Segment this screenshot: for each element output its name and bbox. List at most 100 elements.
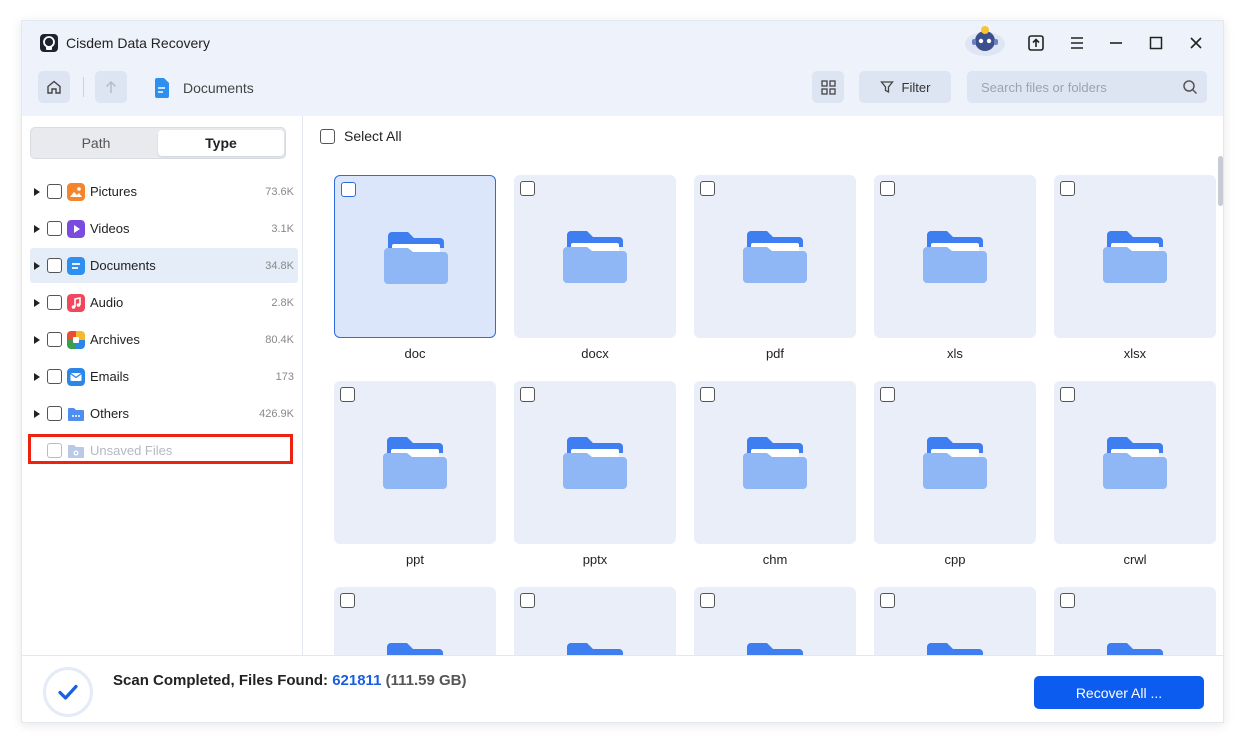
file-type-thumbnail[interactable] xyxy=(874,175,1036,338)
checkbox[interactable] xyxy=(340,593,355,608)
status-bar: Scan Completed, Files Found: 621811 (111… xyxy=(22,655,1223,722)
file-type-thumbnail[interactable] xyxy=(694,587,856,655)
grid-view-button[interactable] xyxy=(812,71,844,103)
videos-icon xyxy=(67,219,85,238)
expand-caret-icon[interactable] xyxy=(33,335,41,345)
close-icon[interactable] xyxy=(1185,32,1207,54)
menu-icon[interactable] xyxy=(1066,32,1088,54)
sidebar-item-emails[interactable]: Emails 173 xyxy=(30,359,298,394)
file-type-thumbnail[interactable] xyxy=(334,175,496,338)
minimize-icon[interactable] xyxy=(1105,32,1127,54)
file-type-card[interactable] xyxy=(514,587,676,655)
file-type-card[interactable]: xls xyxy=(874,175,1036,361)
file-type-thumbnail[interactable] xyxy=(1054,587,1216,655)
folder-icon xyxy=(923,231,987,283)
search-box[interactable] xyxy=(967,71,1207,103)
file-type-card[interactable]: ppt xyxy=(334,381,496,567)
sidebar-item-videos[interactable]: Videos 3.1K xyxy=(30,211,298,246)
home-button[interactable] xyxy=(38,71,70,103)
file-type-thumbnail[interactable] xyxy=(694,381,856,544)
file-type-card[interactable]: doc xyxy=(334,175,496,361)
checkbox[interactable] xyxy=(520,181,535,196)
checkbox[interactable] xyxy=(47,369,62,384)
checkbox[interactable] xyxy=(341,182,356,197)
file-type-thumbnail[interactable] xyxy=(514,381,676,544)
file-type-card[interactable] xyxy=(1054,587,1216,655)
checkbox[interactable] xyxy=(520,387,535,402)
file-type-card[interactable] xyxy=(334,587,496,655)
checkbox[interactable] xyxy=(520,593,535,608)
file-type-thumbnail[interactable] xyxy=(694,175,856,338)
checkbox[interactable] xyxy=(320,128,335,144)
sidebar-item-others[interactable]: Others 426.9K xyxy=(30,396,298,431)
filter-button[interactable]: Filter xyxy=(859,71,951,103)
scan-status: Scan Completed, Files Found: 621811 (111… xyxy=(113,672,466,689)
checkbox[interactable] xyxy=(880,387,895,402)
file-type-card[interactable]: chm xyxy=(694,381,856,567)
file-type-label: doc xyxy=(404,346,426,361)
recover-all-button[interactable]: Recover All ... xyxy=(1034,676,1204,709)
file-type-card[interactable]: crwl xyxy=(1054,381,1216,567)
pictures-icon xyxy=(67,182,85,201)
file-type-thumbnail[interactable] xyxy=(1054,175,1216,338)
folder-icon xyxy=(1103,437,1167,489)
expand-caret-icon[interactable] xyxy=(33,187,41,197)
folder-icon xyxy=(743,437,807,489)
expand-caret-icon[interactable] xyxy=(33,224,41,234)
sidebar-item-documents[interactable]: Documents 34.8K xyxy=(30,248,298,283)
checkbox[interactable] xyxy=(1060,181,1075,196)
checkbox[interactable] xyxy=(340,387,355,402)
checkbox[interactable] xyxy=(47,406,62,421)
search-input[interactable] xyxy=(967,71,1177,103)
file-type-thumbnail[interactable] xyxy=(334,587,496,655)
file-type-thumbnail[interactable] xyxy=(514,587,676,655)
checkbox[interactable] xyxy=(700,181,715,196)
expand-caret-icon[interactable] xyxy=(33,372,41,382)
sidebar-item-label: Archives xyxy=(90,332,140,347)
file-type-card[interactable] xyxy=(874,587,1036,655)
folder-icon xyxy=(563,437,627,489)
avatar-icon[interactable] xyxy=(963,24,1007,58)
expand-caret-icon[interactable] xyxy=(33,298,41,308)
file-type-thumbnail[interactable] xyxy=(874,587,1036,655)
expand-caret-icon[interactable] xyxy=(33,261,41,271)
checkbox[interactable] xyxy=(47,332,62,347)
select-all-checkbox[interactable]: Select All xyxy=(320,128,402,144)
file-type-label: crwl xyxy=(1123,552,1147,567)
file-type-thumbnail[interactable] xyxy=(334,381,496,544)
file-type-card[interactable]: pptx xyxy=(514,381,676,567)
file-type-card[interactable]: pdf xyxy=(694,175,856,361)
checkbox[interactable] xyxy=(1060,593,1075,608)
checkbox[interactable] xyxy=(47,295,62,310)
sidebar-item-audio[interactable]: Audio 2.8K xyxy=(30,285,298,320)
file-type-card[interactable]: xlsx xyxy=(1054,175,1216,361)
checkbox[interactable] xyxy=(47,221,62,236)
app-window: Cisdem Data Recovery Documents Filter Se… xyxy=(21,20,1224,723)
checkbox[interactable] xyxy=(700,593,715,608)
checkbox[interactable] xyxy=(1060,387,1075,402)
file-type-thumbnail[interactable] xyxy=(874,381,1036,544)
scrollbar-thumb[interactable] xyxy=(1218,156,1223,206)
search-icon[interactable] xyxy=(1182,79,1198,95)
select-all-label: Select All xyxy=(344,128,402,144)
file-type-thumbnail[interactable] xyxy=(514,175,676,338)
breadcrumb[interactable]: Documents xyxy=(183,80,254,96)
sidebar-item-pictures[interactable]: Pictures 73.6K xyxy=(30,174,298,209)
checkbox[interactable] xyxy=(47,258,62,273)
checkbox[interactable] xyxy=(880,181,895,196)
checkbox[interactable] xyxy=(880,593,895,608)
sidebar-item-archives[interactable]: Archives 80.4K xyxy=(30,322,298,357)
tab-path[interactable]: Path xyxy=(33,130,159,156)
expand-caret-icon[interactable] xyxy=(33,409,41,419)
audio-icon xyxy=(67,293,85,312)
file-type-card[interactable]: docx xyxy=(514,175,676,361)
file-type-card[interactable] xyxy=(694,587,856,655)
checkbox[interactable] xyxy=(700,387,715,402)
upload-icon[interactable] xyxy=(1025,32,1047,54)
file-type-card[interactable]: cpp xyxy=(874,381,1036,567)
tab-type[interactable]: Type xyxy=(158,130,284,156)
up-button[interactable] xyxy=(95,71,127,103)
file-type-thumbnail[interactable] xyxy=(1054,381,1216,544)
maximize-icon[interactable] xyxy=(1145,32,1167,54)
checkbox[interactable] xyxy=(47,184,62,199)
